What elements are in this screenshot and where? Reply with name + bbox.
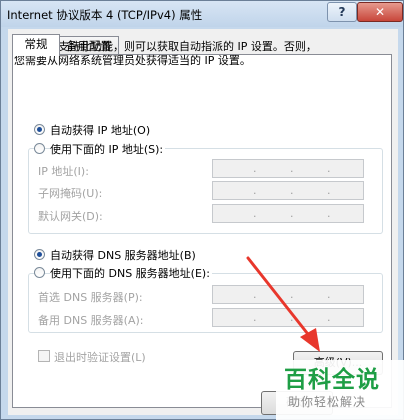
- default-gateway-field[interactable]: ...: [212, 204, 364, 223]
- subnet-mask-field[interactable]: ...: [212, 181, 364, 200]
- alternate-dns-label: 备用 DNS 服务器(A):: [38, 314, 144, 327]
- radio-manual-dns[interactable]: [34, 267, 45, 278]
- radio-manual-dns-label[interactable]: 使用下面的 DNS 服务器地址(E):: [50, 265, 212, 281]
- validate-on-exit-label[interactable]: 退出时验证设置(L): [54, 349, 146, 365]
- radio-manual-ip-label[interactable]: 使用下面的 IP 地址(S):: [50, 141, 166, 157]
- watermark-subtitle: 助你轻松解决: [288, 395, 367, 409]
- radio-auto-dns-label[interactable]: 自动获得 DNS 服务器地址(B): [50, 247, 196, 263]
- description-line-2: 您需要从网络系统管理员处获得适当的 IP 设置。: [14, 54, 251, 67]
- close-button[interactable]: ✕: [357, 2, 403, 22]
- description-text: 如果网络支持此功能，则可以获取自动指派的 IP 设置。否则， 您需要从网络系统管…: [14, 40, 374, 68]
- ip-address-label: IP 地址(I):: [38, 165, 89, 178]
- radio-auto-ip-label[interactable]: 自动获得 IP 地址(O): [50, 122, 150, 138]
- alternate-dns-field[interactable]: ...: [212, 308, 364, 327]
- watermark: 百科全说 助你轻松解决: [276, 360, 404, 420]
- help-button[interactable]: ?: [327, 2, 357, 22]
- radio-auto-dns[interactable]: [34, 249, 45, 260]
- ip-address-field[interactable]: ...: [212, 159, 364, 178]
- window-title: Internet 协议版本 4 (TCP/IPv4) 属性: [7, 8, 203, 22]
- preferred-dns-label: 首选 DNS 服务器(P):: [38, 291, 143, 304]
- preferred-dns-field[interactable]: ...: [212, 285, 364, 304]
- tab-general[interactable]: 常规: [12, 34, 60, 56]
- watermark-title: 百科全说: [284, 367, 380, 393]
- description-line-1: 如果网络支持此功能，则可以获取自动指派的 IP 设置。否则，: [14, 40, 317, 53]
- radio-auto-ip[interactable]: [34, 124, 45, 135]
- title-bar[interactable]: Internet 协议版本 4 (TCP/IPv4) 属性 ? ✕: [1, 1, 403, 27]
- dialog-window: Internet 协议版本 4 (TCP/IPv4) 属性 ? ✕ 常规 备用配…: [0, 0, 404, 420]
- validate-on-exit-checkbox[interactable]: [38, 350, 50, 362]
- default-gateway-label: 默认网关(D):: [38, 210, 103, 223]
- radio-manual-ip[interactable]: [34, 143, 45, 154]
- subnet-mask-label: 子网掩码(U):: [38, 187, 103, 200]
